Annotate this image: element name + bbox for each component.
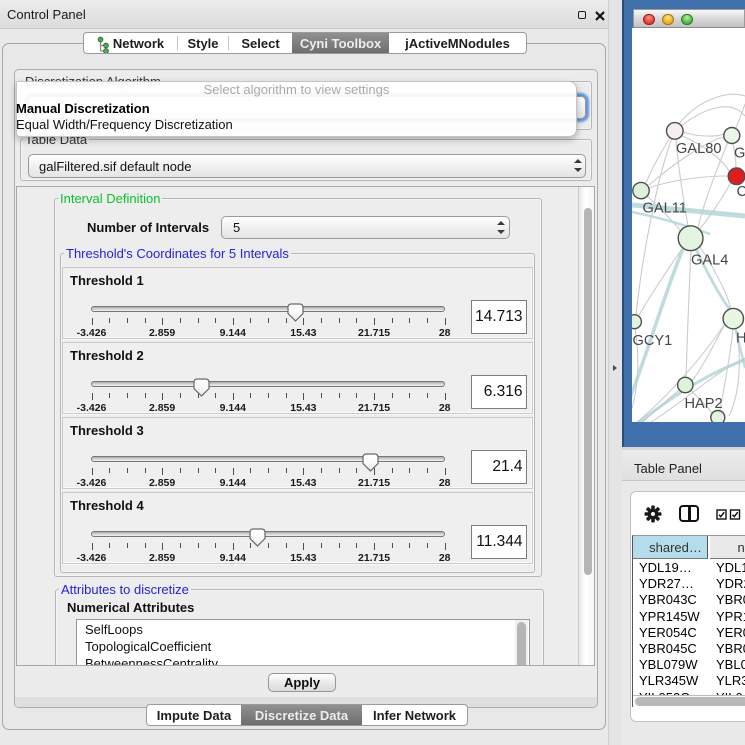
svg-text:GCY1: GCY1 bbox=[633, 333, 673, 349]
svg-text:C: C bbox=[737, 184, 745, 200]
svg-text:GA: GA bbox=[734, 146, 745, 162]
svg-text:HAP2: HAP2 bbox=[685, 396, 723, 412]
svg-text:H: H bbox=[736, 331, 745, 347]
svg-text:GAL4: GAL4 bbox=[691, 253, 728, 269]
svg-text:GAL11: GAL11 bbox=[643, 201, 687, 217]
svg-text:GAL80: GAL80 bbox=[676, 141, 721, 157]
